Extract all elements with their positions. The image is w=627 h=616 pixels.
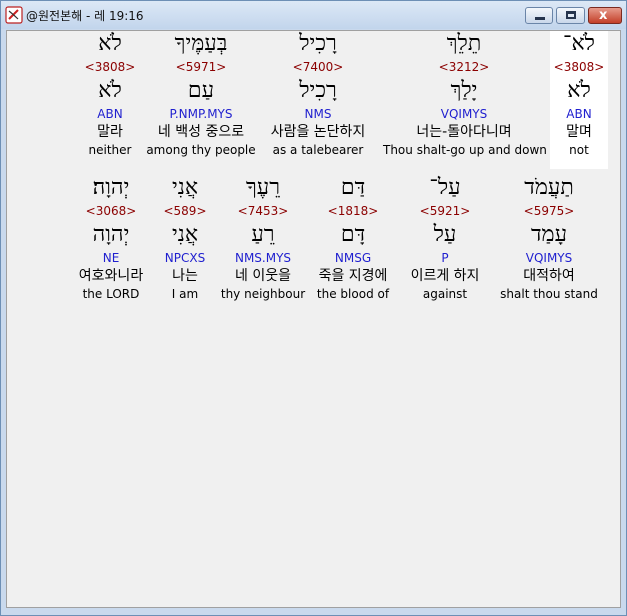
korean-gloss: 말며 <box>566 124 592 140</box>
window-title: @원전본해 - 레 19:16 <box>26 9 144 23</box>
minimize-button[interactable] <box>525 7 553 24</box>
hebrew-lemma: יָלַךְ <box>450 78 478 103</box>
english-gloss: Thou shalt-go up and down <box>383 143 547 157</box>
korean-gloss: 여호와니라 <box>78 268 144 284</box>
strong-number[interactable]: <3212> <box>383 60 545 74</box>
maximize-button[interactable] <box>556 7 585 24</box>
hebrew-lemma: אֲנִי <box>171 222 199 247</box>
english-gloss: shalt thou stand <box>500 287 598 301</box>
parsing-code: ABN <box>97 107 123 121</box>
strong-number[interactable]: <1818> <box>307 204 399 218</box>
close-icon: x <box>599 8 608 23</box>
word-cell[interactable]: רָכִיל <7400> רָכִיל NMS 사람을 논단하지 as a t… <box>257 31 379 166</box>
parsing-code: ABN <box>566 107 592 121</box>
hebrew-word: תַעֲמֹד <box>524 175 574 200</box>
word-cell[interactable]: אֲנִי <589> אֲנִי NPCXS 나는 I am <box>155 175 215 310</box>
parsing-code: NMS.MYS <box>234 251 292 265</box>
hebrew-word: עַל־ <box>429 175 461 200</box>
word-cell[interactable]: יְהוָה׃ <3068> יְהוָה NE 여호와니라 the LORD <box>71 175 151 310</box>
strong-number[interactable]: <5971> <box>143 60 259 74</box>
hebrew-lemma: עַם <box>187 78 215 103</box>
maximize-icon <box>566 11 576 19</box>
hebrew-lemma: לֹא <box>567 78 591 103</box>
hebrew-word: רֵעֶךָ <box>245 175 281 200</box>
parsing-code: VQIMYS <box>525 251 573 265</box>
strong-number[interactable]: <5975> <box>493 204 605 218</box>
korean-gloss: 나는 <box>172 268 198 284</box>
hebrew-lemma: רָכִיל <box>299 78 337 103</box>
word-cell[interactable]: תֵלֵךְ <3212> יָלַךְ VQIMYS 너는-돌아다니며 Tho… <box>383 31 547 166</box>
korean-gloss: 대적하여 <box>523 268 575 284</box>
english-gloss: I am <box>171 287 199 301</box>
hebrew-word: בְּעַמֶּיךָ <box>174 31 228 56</box>
english-gloss: the LORD <box>82 287 140 301</box>
hebrew-word: לֹא־ <box>563 31 595 56</box>
hebrew-word: רָכִיל <box>299 31 337 56</box>
korean-gloss: 말라 <box>97 124 123 140</box>
hebrew-lemma: עָמַד <box>530 222 568 247</box>
close-button[interactable]: x <box>588 7 622 24</box>
strong-number[interactable]: <5921> <box>399 204 491 218</box>
hebrew-lemma: יְהוָה <box>92 222 130 247</box>
title-bar[interactable]: @원전본해 - 레 19:16 x <box>1 1 626 29</box>
parsing-code: P <box>441 251 449 265</box>
strong-number[interactable]: <589> <box>155 204 215 218</box>
hebrew-word: יְהוָה׃ <box>92 175 130 200</box>
interlinear-view: לֹא <3808> לֹא ABN 말라 neither בְּעַמֶּיך… <box>6 30 621 608</box>
app-logo-icon <box>5 6 23 24</box>
korean-gloss: 이르게 하지 <box>410 268 480 284</box>
word-cell[interactable]: עַל־ <5921> עַל P 이르게 하지 against <box>399 175 491 310</box>
strong-number[interactable]: <3808> <box>550 60 608 74</box>
parsing-code: P.NMP.MYS <box>169 107 233 121</box>
word-cell[interactable]: רֵעֶךָ <7453> רֵעַ NMS.MYS 네 이웃을 thy nei… <box>213 175 313 310</box>
parsing-code: NE <box>102 251 120 265</box>
word-cell[interactable]: לֹא <3808> לֹא ABN 말라 neither <box>75 31 145 166</box>
parsing-code: VQIMYS <box>440 107 488 121</box>
strong-number[interactable]: <3808> <box>75 60 145 74</box>
strong-number[interactable]: <7400> <box>257 60 379 74</box>
window-bottom-border <box>1 608 626 615</box>
strong-number[interactable]: <3068> <box>71 204 151 218</box>
parsing-code: NMS <box>304 107 332 121</box>
english-gloss: among thy people <box>146 143 256 157</box>
korean-gloss: 네 이웃을 <box>235 268 291 284</box>
word-cell[interactable]: בְּעַמֶּיךָ <5971> עַם P.NMP.MYS 네 백성 중으… <box>143 31 259 166</box>
strong-number[interactable]: <7453> <box>213 204 313 218</box>
korean-gloss: 사람을 논단하지 <box>270 124 366 140</box>
word-cell[interactable]: דַּם <1818> דָּם NMSG 죽을 지경에 the blood o… <box>307 175 399 310</box>
parsing-code: NMSG <box>334 251 372 265</box>
english-gloss: against <box>422 287 468 301</box>
word-cell[interactable]: תַעֲמֹד <5975> עָמַד VQIMYS 대적하여 shalt t… <box>493 175 605 310</box>
minimize-icon <box>535 17 545 20</box>
word-cell-selected[interactable]: לֹא־ <3808> לֹא ABN 말며 not <box>550 31 608 169</box>
korean-gloss: 네 백성 중으로 <box>157 124 245 140</box>
hebrew-lemma: דָּם <box>340 222 366 247</box>
hebrew-lemma: לֹא <box>98 78 122 103</box>
hebrew-lemma: עַל <box>433 222 457 247</box>
hebrew-lemma: רֵעַ <box>251 222 275 247</box>
english-gloss: not <box>569 143 589 157</box>
english-gloss: thy neighbour <box>220 287 306 301</box>
hebrew-word: תֵלֵךְ <box>446 31 482 56</box>
app-window: @원전본해 - 레 19:16 x לֹא <3808> לֹא ABN 말라 … <box>0 0 627 616</box>
hebrew-word: לֹא <box>98 31 122 56</box>
hebrew-word: אֲנִי <box>171 175 199 200</box>
english-gloss: as a talebearer <box>272 143 364 157</box>
korean-gloss: 죽을 지경에 <box>318 268 388 284</box>
english-gloss: neither <box>88 143 132 157</box>
korean-gloss: 너는-돌아다니며 <box>416 124 512 140</box>
hebrew-word: דַּם <box>340 175 366 200</box>
parsing-code: NPCXS <box>164 251 206 265</box>
english-gloss: the blood of <box>316 287 390 301</box>
